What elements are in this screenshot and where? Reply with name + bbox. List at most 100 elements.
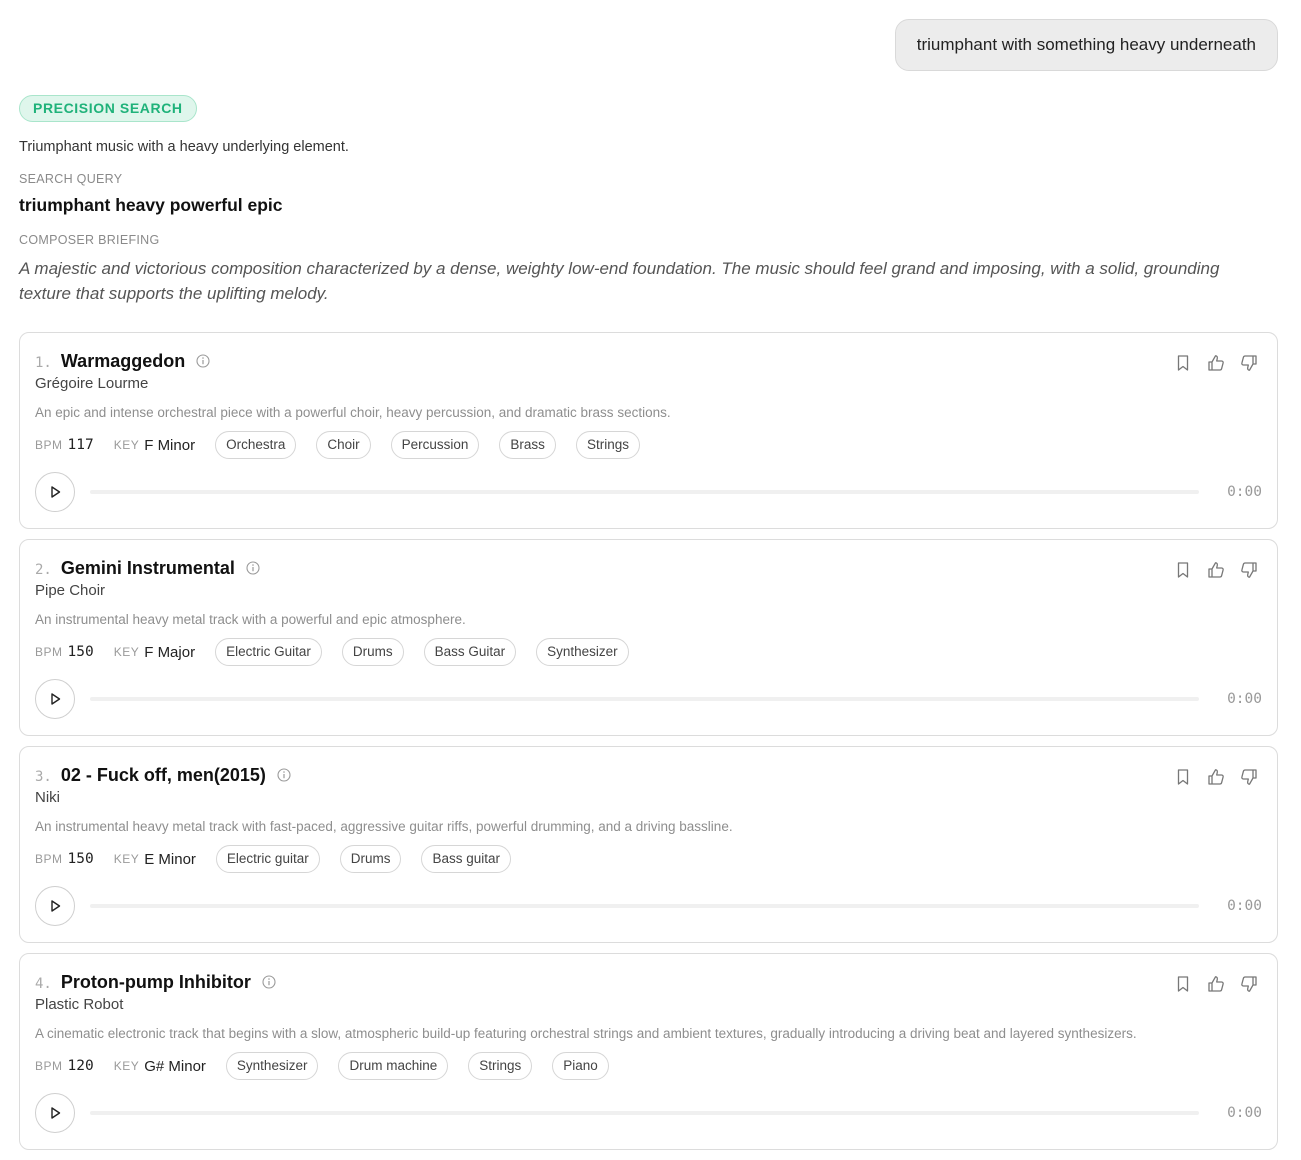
track-title: Gemini Instrumental <box>60 557 235 578</box>
track-results-list: 1. Warmaggedon Grégoire Lourme An epic a… <box>19 332 1278 1150</box>
playback-progress-bar[interactable] <box>90 904 1200 908</box>
playback-progress-bar[interactable] <box>90 1111 1200 1115</box>
instrument-tag[interactable]: Bass guitar <box>421 845 511 873</box>
track-title-row: 2. Gemini Instrumental <box>35 556 1262 580</box>
playback-progress-bar[interactable] <box>90 490 1200 494</box>
track-actions <box>1160 353 1259 373</box>
thumbs-up-icon[interactable] <box>1206 974 1226 994</box>
instrument-tag[interactable]: Percussion <box>390 431 480 459</box>
track-title-row: 1. Warmaggedon <box>35 349 1262 373</box>
instrument-tag[interactable]: Drum machine <box>338 1052 449 1080</box>
track-meta: BPM 150 KEY F Major Electric Guitar Drums… <box>35 638 1262 666</box>
track-number: 1. <box>35 354 52 371</box>
track-meta: BPM 120 KEY G# Minor Synthesizer Drum mac… <box>35 1052 1262 1080</box>
play-button[interactable] <box>35 886 75 926</box>
play-button[interactable] <box>35 679 75 719</box>
thumbs-up-icon[interactable] <box>1206 560 1226 580</box>
instrument-tag[interactable]: Drums <box>339 845 402 873</box>
track-description: An epic and intense orchestral piece wit… <box>35 405 671 420</box>
playback-progress-bar[interactable] <box>90 697 1200 701</box>
track-artist: Pipe Choir <box>35 582 106 599</box>
track-artist: Plastic Robot <box>35 996 124 1013</box>
track-description: An instrumental heavy metal track with f… <box>35 819 733 834</box>
thumbs-down-icon[interactable] <box>1239 767 1259 787</box>
bpm-label: BPM <box>35 852 63 866</box>
audio-player: 0:00 <box>35 886 1262 926</box>
track-number: 3. <box>35 768 52 785</box>
track-artist: Grégoire Lourme <box>35 375 149 392</box>
track-title: Proton-pump Inhibitor <box>60 971 251 992</box>
thumbs-up-icon[interactable] <box>1206 767 1226 787</box>
instrument-tag[interactable]: Choir <box>316 431 371 459</box>
instrument-tag[interactable]: Brass <box>499 431 556 459</box>
key-label: KEY <box>113 645 140 659</box>
track-meta: BPM 150 KEY E Minor Electric guitar Drums… <box>35 845 1262 873</box>
instrument-tag[interactable]: Electric Guitar <box>215 638 322 666</box>
track-number: 4. <box>35 975 52 992</box>
key-value: F Minor <box>144 436 196 454</box>
play-icon <box>51 900 61 912</box>
thumbs-up-icon[interactable] <box>1206 353 1226 373</box>
track-description: A cinematic electronic track that begins… <box>35 1026 1137 1041</box>
precision-search-badge: PRECISION SEARCH <box>19 95 197 122</box>
track-title: 02 - Fuck off, men(2015) <box>60 764 266 785</box>
key-value: F Major <box>144 643 196 661</box>
bookmark-icon[interactable] <box>1173 353 1193 373</box>
bookmark-icon[interactable] <box>1173 974 1193 994</box>
user-message-bubble: triumphant with something heavy undernea… <box>894 19 1278 71</box>
composer-briefing-text: A majestic and victorious composition ch… <box>19 259 1220 303</box>
search-query-text: triumphant heavy powerful epic <box>19 195 283 215</box>
composer-briefing-label: COMPOSER BRIEFING <box>19 233 160 247</box>
track-title: Warmaggedon <box>60 350 186 371</box>
instrument-tag[interactable]: Synthesizer <box>536 638 629 666</box>
instrument-tag[interactable]: Strings <box>468 1052 533 1080</box>
track-description: An instrumental heavy metal track with a… <box>35 612 466 627</box>
track-title-row: 4. Proton-pump Inhibitor <box>35 970 1262 994</box>
info-circle-icon[interactable] <box>246 561 260 575</box>
key-label: KEY <box>113 1059 140 1073</box>
audio-player: 0:00 <box>35 1093 1262 1133</box>
thumbs-down-icon[interactable] <box>1239 560 1259 580</box>
instrument-tag[interactable]: Bass Guitar <box>423 638 517 666</box>
play-button[interactable] <box>35 472 75 512</box>
track-card: 2. Gemini Instrumental Pipe Choir An ins… <box>19 539 1278 736</box>
playback-time: 0:00 <box>1227 691 1262 707</box>
track-card: 3. 02 - Fuck off, men(2015) Niki An inst… <box>19 746 1278 943</box>
bpm-value: 120 <box>67 1058 94 1074</box>
track-number: 2. <box>35 561 52 578</box>
play-icon <box>51 486 61 498</box>
audio-player: 0:00 <box>35 679 1262 719</box>
instrument-tag[interactable]: Electric guitar <box>215 845 320 873</box>
instrument-tag[interactable]: Orchestra <box>215 431 297 459</box>
playback-time: 0:00 <box>1227 484 1262 500</box>
bpm-label: BPM <box>35 438 63 452</box>
instrument-tag[interactable]: Synthesizer <box>225 1052 319 1080</box>
instrument-tags: Electric Guitar Drums Bass Guitar Synthesiz… <box>215 638 649 666</box>
instrument-tag[interactable]: Piano <box>552 1052 609 1080</box>
info-circle-icon[interactable] <box>196 354 210 368</box>
play-button[interactable] <box>35 1093 75 1133</box>
thumbs-down-icon[interactable] <box>1239 353 1259 373</box>
instrument-tags: Electric guitar Drums Bass guitar <box>215 845 531 873</box>
bookmark-icon[interactable] <box>1173 560 1193 580</box>
track-artist: Niki <box>35 789 60 806</box>
bpm-label: BPM <box>35 645 63 659</box>
playback-time: 0:00 <box>1227 1105 1262 1121</box>
track-actions <box>1160 560 1259 580</box>
instrument-tags: Synthesizer Drum machine Strings Piano <box>225 1052 629 1080</box>
key-value: E Minor <box>144 850 196 868</box>
response-summary: Triumphant music with a heavy underlying… <box>19 139 349 155</box>
info-circle-icon[interactable] <box>277 768 291 782</box>
assistant-response: PRECISION SEARCH Triumphant music with a… <box>19 95 1278 1160</box>
instrument-tags: Orchestra Choir Percussion Brass Strings <box>215 431 660 459</box>
instrument-tag[interactable]: Drums <box>341 638 404 666</box>
user-message-text: triumphant with something heavy undernea… <box>916 35 1256 54</box>
instrument-tag[interactable]: Strings <box>575 431 640 459</box>
track-card: 1. Warmaggedon Grégoire Lourme An epic a… <box>19 332 1278 529</box>
key-label: KEY <box>113 852 140 866</box>
bookmark-icon[interactable] <box>1173 767 1193 787</box>
info-circle-icon[interactable] <box>262 975 276 989</box>
track-actions <box>1160 974 1259 994</box>
play-icon <box>51 1107 61 1119</box>
thumbs-down-icon[interactable] <box>1239 974 1259 994</box>
